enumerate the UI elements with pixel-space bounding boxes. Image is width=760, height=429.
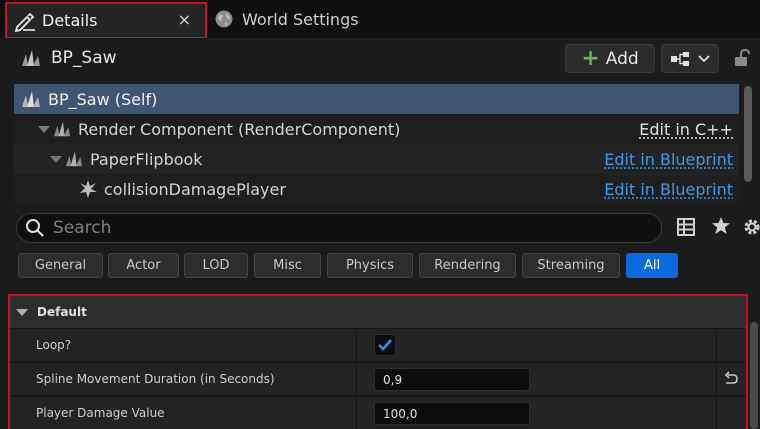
component-icon <box>65 151 83 167</box>
property-row-spline-duration: Spline Movement Duration (in Seconds) 0,… <box>10 362 746 396</box>
close-icon[interactable]: × <box>178 10 191 29</box>
spline-duration-input[interactable]: 0,9 <box>374 368 530 391</box>
tree-row-label: Render Component (RenderComponent) <box>78 119 401 139</box>
section-header-default[interactable]: Default <box>10 296 746 328</box>
tab-world-settings[interactable]: World Settings <box>214 6 359 32</box>
column-divider <box>716 397 717 429</box>
details-scrollbar[interactable] <box>750 322 758 429</box>
blueprint-options-button[interactable] <box>661 44 719 73</box>
caret-down-icon[interactable] <box>50 155 62 163</box>
column-divider <box>356 397 357 429</box>
filter-physics[interactable]: Physics <box>327 253 413 278</box>
filter-all[interactable]: All <box>626 253 678 278</box>
hierarchy-icon <box>671 51 689 66</box>
collision-icon <box>80 180 97 198</box>
column-divider <box>716 329 717 362</box>
tree-row-paperflipbook[interactable]: PaperFlipbook Edit in Blueprint <box>14 144 739 174</box>
filter-lod[interactable]: LOD <box>184 253 248 278</box>
star-icon[interactable] <box>711 216 731 236</box>
search-icon <box>26 219 44 237</box>
tree-scrollbar[interactable] <box>744 86 752 182</box>
player-damage-input[interactable]: 100,0 <box>374 402 530 425</box>
pencil-icon <box>14 12 35 32</box>
search-bar[interactable] <box>16 213 662 243</box>
tree-row-label: collisionDamagePlayer <box>104 179 286 199</box>
plus-icon: + <box>581 45 600 71</box>
add-button-label: Add <box>605 48 639 69</box>
edit-in-blueprint-link[interactable]: Edit in Blueprint <box>604 150 733 169</box>
tree-row-label: PaperFlipbook <box>90 149 203 169</box>
checkmark-icon <box>378 339 392 351</box>
chevron-down-icon <box>698 54 710 62</box>
filter-general[interactable]: General <box>18 253 103 278</box>
edit-in-cpp-link[interactable]: Edit in C++ <box>639 120 733 139</box>
tab-details[interactable]: Details × <box>5 2 207 39</box>
property-label: Spline Movement Duration (in Seconds) <box>36 372 275 386</box>
tree-row-label: BP_Saw (Self) <box>48 89 158 109</box>
reset-icon[interactable] <box>723 371 739 387</box>
search-input[interactable] <box>53 218 633 238</box>
property-row-loop: Loop? <box>10 328 746 362</box>
column-divider <box>356 329 357 362</box>
column-divider <box>356 363 357 396</box>
filter-misc[interactable]: Misc <box>254 253 321 278</box>
tree-row-self[interactable]: BP_Saw (Self) <box>14 84 739 114</box>
section-title: Default <box>37 305 87 319</box>
tree-row-collision[interactable]: collisionDamagePlayer Edit in Blueprint <box>14 174 739 204</box>
property-row-player-damage: Player Damage Value 100,0 <box>10 396 746 429</box>
globe-icon <box>215 10 233 28</box>
gear-icon[interactable] <box>741 216 760 238</box>
property-label: Loop? <box>36 338 72 352</box>
column-divider <box>716 363 717 396</box>
tab-details-label: Details <box>42 11 98 30</box>
lock-icon[interactable] <box>733 48 751 68</box>
component-tree: BP_Saw (Self) Render Component (RenderCo… <box>14 84 739 202</box>
table-icon[interactable] <box>676 217 696 237</box>
filter-actor[interactable]: Actor <box>108 253 179 278</box>
blueprint-icon <box>22 91 40 107</box>
edit-in-blueprint-link[interactable]: Edit in Blueprint <box>604 180 733 199</box>
add-component-button[interactable]: + Add <box>565 44 655 73</box>
caret-down-icon[interactable] <box>38 125 50 133</box>
blueprint-name: BP_Saw <box>51 48 117 68</box>
tab-world-settings-label: World Settings <box>242 9 359 29</box>
blueprint-icon <box>22 50 40 66</box>
filter-rendering[interactable]: Rendering <box>419 253 516 278</box>
component-icon <box>53 121 71 137</box>
property-label: Player Damage Value <box>36 406 165 420</box>
filter-streaming[interactable]: Streaming <box>522 253 620 278</box>
tree-row-render-component[interactable]: Render Component (RenderComponent) Edit … <box>14 114 739 144</box>
loop-checkbox[interactable] <box>374 334 396 356</box>
caret-down-icon[interactable] <box>16 308 28 316</box>
